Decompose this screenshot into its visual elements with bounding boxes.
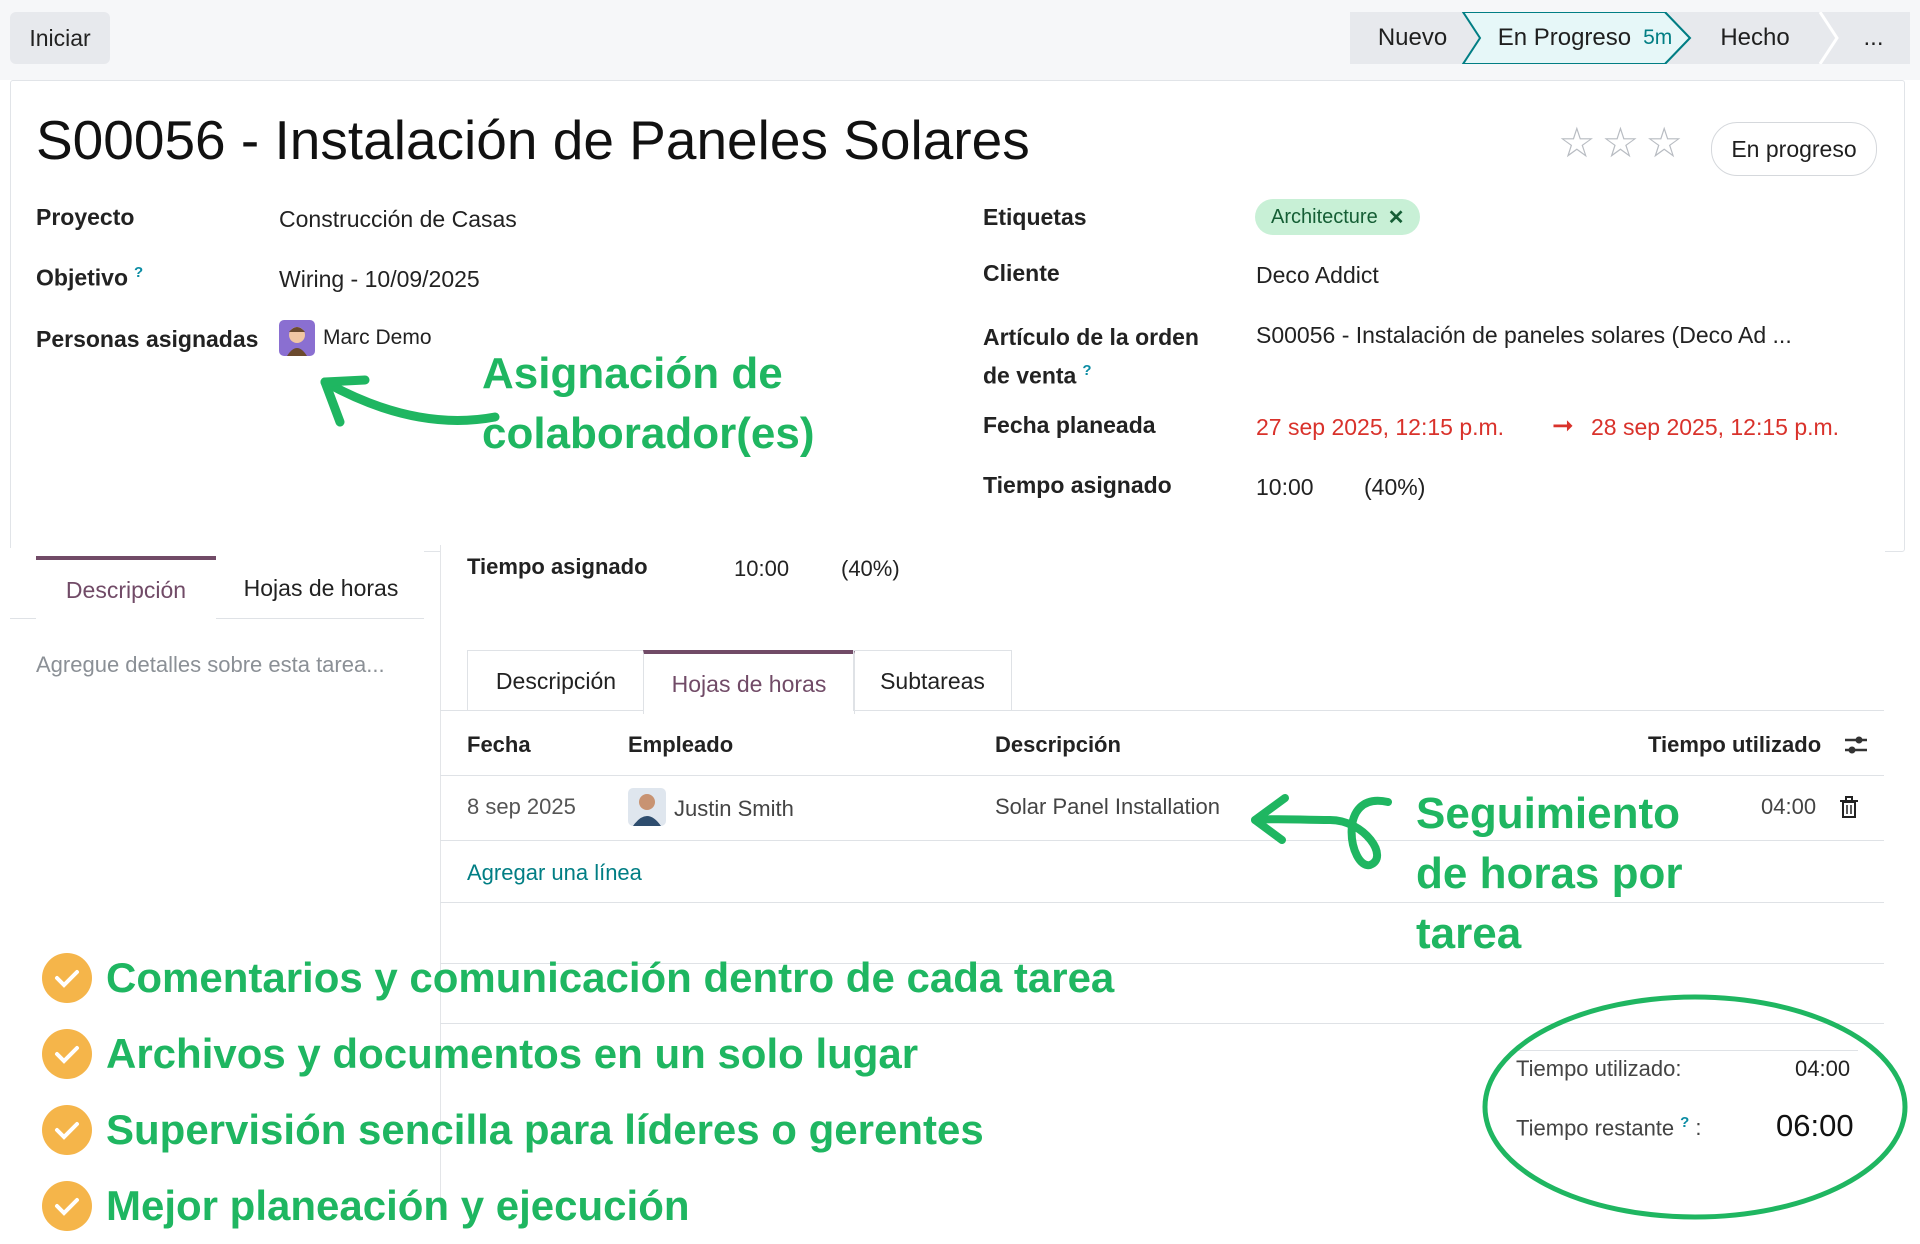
stage-in-progress[interactable]: En Progreso 5m — [1485, 12, 1685, 64]
tab-subtasks[interactable]: Subtareas — [853, 650, 1012, 711]
avatar — [279, 320, 315, 356]
assignee-name: Marc Demo — [323, 326, 432, 349]
planned-end-date[interactable]: 28 sep 2025, 12:15 p.m. — [1591, 414, 1839, 441]
feature-item: Mejor planeación y ejecución — [42, 1168, 1114, 1244]
allocated-time-2[interactable]: 10:00 — [734, 556, 789, 582]
column-time-spent[interactable]: Tiempo utilizado — [1648, 732, 1821, 758]
planned-date-label: Fecha planeada — [983, 412, 1156, 438]
tab-description-left[interactable]: Descripción — [36, 556, 216, 620]
status-badge[interactable]: En progreso — [1711, 122, 1877, 176]
row-employee[interactable]: Justin Smith — [674, 796, 794, 822]
milestone-value[interactable]: Wiring - 10/09/2025 — [279, 266, 480, 293]
column-employee[interactable]: Empleado — [628, 732, 733, 758]
priority-stars[interactable]: ☆ ☆ ☆ — [1558, 118, 1683, 167]
trash-icon[interactable] — [1839, 796, 1859, 818]
feature-text: Supervisión sencilla para líderes o gere… — [106, 1106, 984, 1153]
annotation-assign: Asignación de colaborador(es) — [482, 344, 815, 464]
annotation-tracking: Seguimiento de horas por tarea — [1416, 784, 1683, 964]
help-icon[interactable]: ? — [1082, 362, 1091, 379]
annotation-tracking-line1: Seguimiento — [1416, 789, 1681, 838]
arrow-right-icon: ➞ — [1552, 410, 1574, 440]
sale-line-label-2: de venta — [983, 362, 1077, 389]
client-label: Cliente — [983, 260, 1060, 286]
column-description[interactable]: Descripción — [995, 732, 1121, 758]
project-label: Proyecto — [36, 204, 135, 230]
annotation-assign-line1: Asignación de — [482, 349, 783, 398]
feature-text: Archivos y documentos en un solo lugar — [106, 1030, 919, 1077]
feature-item: Comentarios y comunicación dentro de cad… — [42, 940, 1114, 1016]
annotation-assign-line2: colaborador(es) — [482, 409, 815, 458]
assignee-chip[interactable]: Marc Demo — [279, 320, 432, 356]
feature-item: Archivos y documentos en un solo lugar — [42, 1016, 1114, 1092]
allocated-percent-2: (40%) — [841, 556, 900, 581]
star-icon[interactable]: ☆ — [1602, 118, 1640, 167]
annotation-tracking-line3: tarea — [1416, 909, 1522, 958]
tag-architecture[interactable]: Architecture ✕ — [1255, 199, 1421, 235]
tag-label: Architecture — [1271, 205, 1378, 228]
feature-list: Comentarios y comunicación dentro de cad… — [42, 940, 1114, 1244]
stage-more[interactable]: ... — [1837, 12, 1910, 64]
highlight-ellipse — [1482, 994, 1908, 1220]
sale-line-label: Artículo de la orden de venta? — [983, 320, 1199, 393]
optional-columns-icon[interactable] — [1843, 732, 1869, 758]
star-icon[interactable]: ☆ — [1558, 118, 1596, 167]
annotation-tracking-line2: de horas por — [1416, 849, 1683, 898]
check-icon — [42, 953, 92, 1003]
stage-done[interactable]: Hecho — [1690, 12, 1820, 64]
stage-duration-badge: 5m — [1643, 26, 1673, 49]
annotation-arrow-tracking — [1251, 794, 1392, 870]
sale-line-value[interactable]: S00056 - Instalación de paneles solares … — [1256, 322, 1792, 349]
tab-description[interactable]: Descripción — [467, 650, 645, 711]
add-line-link[interactable]: Agregar una línea — [467, 860, 642, 886]
assignees-label: Personas asignadas — [36, 326, 259, 352]
feature-text: Mejor planeación y ejecución — [106, 1182, 690, 1229]
project-value[interactable]: Construcción de Casas — [279, 206, 517, 233]
star-icon[interactable]: ☆ — [1645, 118, 1683, 167]
column-date[interactable]: Fecha — [467, 732, 531, 758]
start-button[interactable]: Iniciar — [10, 12, 110, 64]
row-date[interactable]: 8 sep 2025 — [467, 794, 576, 820]
description-placeholder[interactable]: Agregue detalles sobre esta tarea... — [36, 652, 385, 678]
feature-item: Supervisión sencilla para líderes o gere… — [42, 1092, 1114, 1168]
tag-remove-icon[interactable]: ✕ — [1388, 205, 1405, 230]
planned-start-date[interactable]: 27 sep 2025, 12:15 p.m. — [1256, 414, 1504, 441]
check-icon — [42, 1181, 92, 1231]
stage-in-progress-label: En Progreso — [1497, 24, 1632, 51]
sale-line-label-1: Artículo de la orden — [983, 324, 1199, 350]
feature-text: Comentarios y comunicación dentro de cad… — [106, 954, 1115, 1001]
tab-timesheets[interactable]: Hojas de horas — [643, 650, 855, 714]
annotation-arrow-assign — [320, 375, 500, 427]
allocated-label-2: Tiempo asignado — [467, 554, 648, 579]
check-icon — [42, 1105, 92, 1155]
allocated-time[interactable]: 10:00 — [1256, 474, 1314, 501]
stage-new[interactable]: Nuevo — [1350, 12, 1475, 64]
client-value[interactable]: Deco Addict — [1256, 262, 1379, 289]
row-time-spent[interactable]: 04:00 — [1761, 794, 1816, 820]
avatar — [628, 788, 666, 826]
check-icon — [42, 1029, 92, 1079]
row-description[interactable]: Solar Panel Installation — [995, 794, 1220, 820]
stage-bar: Nuevo En Progreso 5m Hecho ... — [1350, 12, 1910, 64]
milestone-label: Objetivo? — [36, 264, 143, 292]
task-title[interactable]: S00056 - Instalación de Paneles Solares — [36, 108, 1030, 172]
tags-label: Etiquetas — [983, 204, 1087, 230]
allocated-label: Tiempo asignado — [983, 472, 1172, 498]
allocated-percent: (40%) — [1364, 474, 1426, 500]
help-icon[interactable]: ? — [134, 264, 143, 281]
milestone-label-text: Objetivo — [36, 264, 129, 291]
tab-timesheets-left[interactable]: Hojas de horas — [216, 558, 426, 618]
